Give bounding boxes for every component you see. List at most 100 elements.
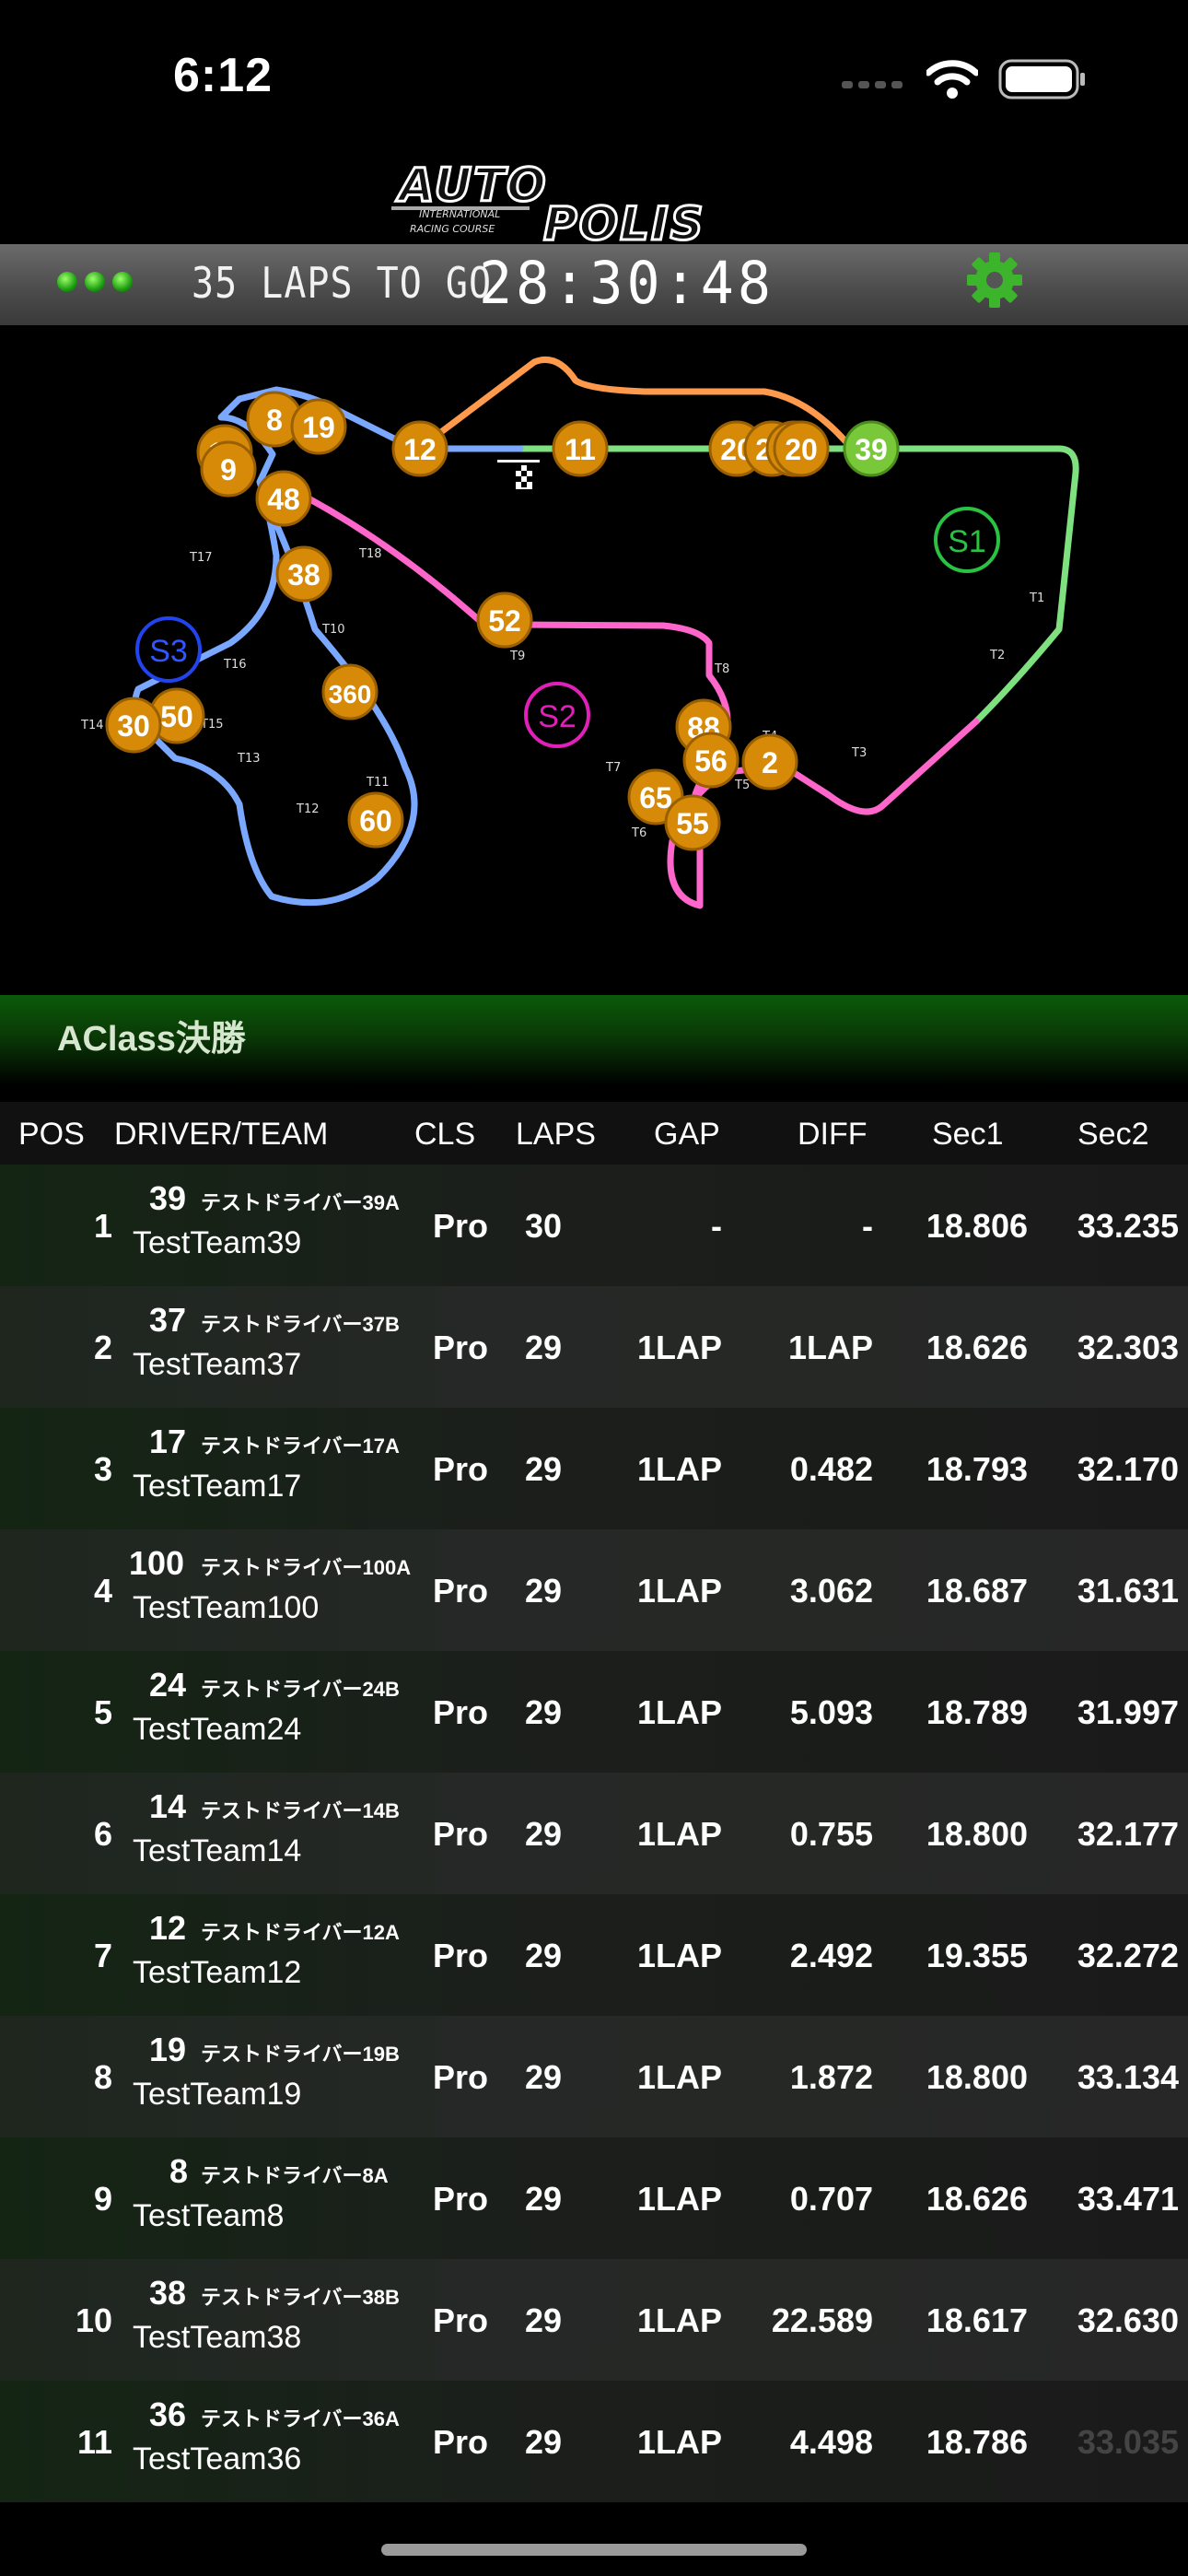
row-pos: 8	[93, 2058, 112, 2096]
row-gap: 1LAP	[636, 1937, 722, 1974]
row-laps: 29	[525, 2423, 563, 2461]
car-marker-number: 8	[266, 404, 283, 437]
table-row[interactable]: 5 24 テストドライバー24B TestTeam24 Pro 29 1LAP …	[0, 1651, 1188, 1773]
row-gap: 1LAP	[636, 1693, 722, 1731]
car-marker[interactable]: 360	[321, 663, 379, 720]
table-row[interactable]: 10 38 テストドライバー38B TestTeam38 Pro 29 1LAP…	[0, 2259, 1188, 2381]
row-sec2: 33.134	[1077, 2058, 1179, 2096]
row-driver-name: テストドライバー8A	[201, 2164, 389, 2187]
car-marker[interactable]: 20	[773, 420, 830, 477]
sector1-label: S1	[948, 524, 986, 559]
row-diff: 1.872	[789, 2058, 873, 2096]
table-row[interactable]: 8 19 テストドライバー19B TestTeam19 Pro 29 1LAP …	[0, 2016, 1188, 2137]
row-class: Pro	[433, 1207, 489, 1245]
car-marker-number: 39	[855, 433, 888, 466]
turn-label: T2	[989, 649, 1005, 662]
header-diff: DIFF	[798, 1117, 868, 1152]
car-marker-number: 11	[565, 433, 596, 466]
svg-text:AUTO: AUTO	[395, 158, 548, 212]
car-marker[interactable]: 38	[275, 545, 332, 603]
row-sec2: 33.235	[1077, 1207, 1179, 1245]
car-marker[interactable]: 11	[552, 420, 609, 477]
car-marker-number: 9	[220, 453, 237, 486]
header-cls: CLS	[414, 1117, 476, 1152]
row-team-name: TestTeam8	[133, 2198, 285, 2233]
row-class: Pro	[433, 1815, 489, 1853]
row-sec2: 32.170	[1077, 1450, 1179, 1488]
status-light-icon	[112, 272, 133, 292]
row-team-name: TestTeam39	[133, 1225, 302, 1260]
row-driver-name: テストドライバー38B	[201, 2286, 400, 2309]
row-pos: 4	[93, 1572, 112, 1610]
row-laps: 30	[525, 1207, 563, 1245]
sector2-label: S2	[538, 699, 577, 734]
row-sec1: 18.806	[926, 1207, 1028, 1245]
row-class: Pro	[433, 2301, 489, 2339]
car-marker[interactable]: 2	[741, 733, 798, 790]
row-team-name: TestTeam14	[133, 1833, 302, 1868]
car-marker[interactable]: 9	[200, 440, 257, 498]
row-class: Pro	[433, 2423, 489, 2461]
turn-label: T13	[237, 752, 260, 766]
table-row[interactable]: 11 36 テストドライバー36A TestTeam36 Pro 29 1LAP…	[0, 2381, 1188, 2502]
row-class: Pro	[433, 2058, 489, 2096]
row-driver-name: テストドライバー36A	[201, 2407, 400, 2430]
row-sec1: 18.626	[926, 2180, 1028, 2218]
table-row[interactable]: 3 17 テストドライバー17A TestTeam17 Pro 29 1LAP …	[0, 1408, 1188, 1529]
table-row[interactable]: 4 100 テストドライバー100A TestTeam100 Pro 29 1L…	[0, 1529, 1188, 1651]
car-marker[interactable]: 19	[290, 398, 347, 455]
row-laps: 29	[525, 1572, 563, 1610]
car-marker[interactable]: 30	[105, 697, 162, 754]
status-icons	[842, 59, 1087, 100]
row-class: Pro	[433, 1450, 489, 1488]
row-diff: 4.498	[789, 2423, 873, 2461]
svg-text:POLIS: POLIS	[543, 197, 705, 243]
row-sec1: 18.617	[926, 2301, 1028, 2339]
turn-label: T12	[296, 802, 319, 816]
header-sec1: Sec1	[932, 1117, 1004, 1152]
turn-label: T8	[714, 662, 729, 676]
row-team-name: TestTeam38	[133, 2320, 302, 2355]
row-class: Pro	[433, 1572, 489, 1610]
turn-label: T18	[358, 547, 381, 561]
row-class: Pro	[433, 2180, 489, 2218]
car-marker[interactable]: 39	[843, 420, 900, 477]
row-sec1: 19.355	[926, 1937, 1028, 1974]
settings-gear-icon[interactable]	[965, 251, 1024, 310]
car-marker[interactable]: 52	[476, 591, 533, 649]
table-row[interactable]: 9 8 テストドライバー8A TestTeam8 Pro 29 1LAP 0.7…	[0, 2137, 1188, 2259]
car-marker-number: 60	[359, 804, 392, 837]
home-indicator[interactable]	[381, 2544, 807, 2556]
turn-label: T14	[80, 719, 103, 732]
track-map-svg: S1 S2 S3 T1 T2 T3 T4 T5 T6 T7 T8 T9 T10 …	[80, 357, 1079, 909]
car-marker[interactable]: 48	[255, 470, 312, 527]
row-car-number: 36	[149, 2395, 187, 2433]
car-marker[interactable]: 12	[391, 420, 448, 477]
table-row[interactable]: 2 37 テストドライバー37B TestTeam37 Pro 29 1LAP …	[0, 1286, 1188, 1408]
status-light-icon	[57, 272, 77, 292]
car-marker[interactable]: 56	[682, 732, 740, 789]
row-class: Pro	[433, 1693, 489, 1731]
car-marker-number: 38	[287, 558, 320, 591]
row-sec2: 33.035	[1077, 2423, 1179, 2461]
row-diff: 0.482	[789, 1450, 873, 1488]
row-pos: 9	[93, 2180, 112, 2218]
car-marker[interactable]: 55	[664, 794, 721, 851]
row-gap: 1LAP	[636, 1572, 722, 1610]
turn-label: T10	[321, 623, 344, 637]
row-driver-name: テストドライバー100A	[201, 1556, 412, 1579]
row-sec2: 32.630	[1077, 2301, 1179, 2339]
row-pos: 5	[93, 1693, 112, 1731]
row-diff: 2.492	[789, 1937, 873, 1974]
turn-label: T5	[734, 779, 750, 792]
row-sec2: 31.997	[1077, 1693, 1179, 1731]
car-marker[interactable]: 60	[347, 791, 404, 849]
row-diff: 22.589	[771, 2301, 873, 2339]
status-time: 6:12	[173, 49, 274, 102]
row-sec1: 18.793	[926, 1450, 1028, 1488]
table-row[interactable]: 7 12 テストドライバー12A TestTeam12 Pro 29 1LAP …	[0, 1894, 1188, 2016]
turn-label: T9	[509, 650, 525, 663]
table-row[interactable]: 6 14 テストドライバー14B TestTeam14 Pro 29 1LAP …	[0, 1773, 1188, 1894]
row-car-number: 24	[149, 1666, 187, 1704]
table-row[interactable]: 1 39 テストドライバー39A TestTeam39 Pro 30 - - 1…	[0, 1165, 1188, 1286]
